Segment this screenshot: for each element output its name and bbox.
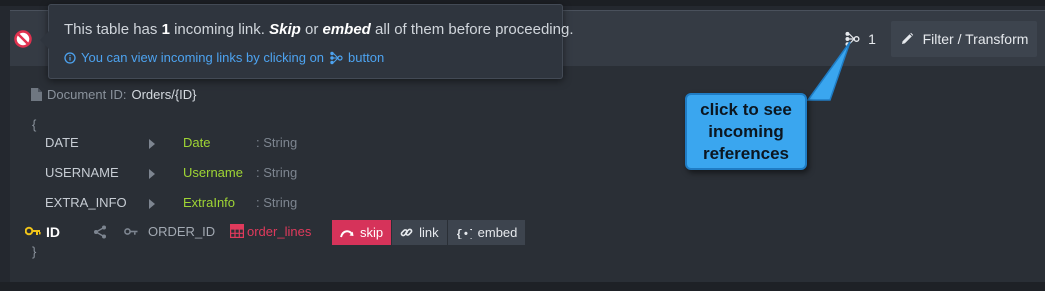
referenced-table-link[interactable]: order_lines bbox=[247, 224, 311, 239]
tooltip-count: 1 bbox=[161, 21, 170, 38]
tooltip-text-3: or bbox=[300, 21, 323, 38]
embed-label: embed bbox=[477, 225, 518, 240]
tooltip-hint-text: You can view incoming links by clicking … bbox=[81, 50, 325, 65]
relation-icon bbox=[94, 225, 106, 239]
arrow-right-icon bbox=[149, 139, 155, 149]
link-label: link bbox=[419, 225, 439, 240]
tooltip-text-4: all of them before proceeding. bbox=[370, 21, 574, 38]
callout-line-3: references bbox=[702, 144, 789, 163]
incoming-links-icon bbox=[330, 51, 343, 64]
reference-action-group: skip link {•} embed bbox=[332, 220, 526, 245]
tooltip-hint-button-word: button bbox=[348, 50, 385, 65]
property-type: : String bbox=[256, 165, 298, 180]
annotation-callout: click to see incoming references bbox=[685, 93, 807, 170]
primary-key-label: ID bbox=[46, 224, 60, 240]
document-id-label: Document ID: bbox=[47, 87, 127, 102]
blocked-icon[interactable] bbox=[14, 30, 32, 48]
foreign-key-icon bbox=[124, 228, 138, 235]
property-name[interactable]: ExtraInfo bbox=[183, 195, 235, 210]
arrow-right-icon bbox=[149, 199, 155, 209]
primary-key-icon bbox=[25, 226, 41, 236]
close-brace: } bbox=[32, 244, 37, 259]
tooltip-embed-word: embed bbox=[322, 21, 371, 38]
property-name[interactable]: Username bbox=[183, 165, 243, 180]
tooltip-hint: You can view incoming links by clicking … bbox=[64, 50, 384, 65]
link-icon bbox=[400, 228, 413, 237]
tooltip-text-2: incoming link. bbox=[169, 21, 270, 38]
filter-transform-button[interactable]: Filter / Transform bbox=[891, 21, 1037, 57]
callout-line-1: click to see bbox=[700, 100, 792, 119]
filter-transform-label: Filter / Transform bbox=[922, 31, 1029, 47]
foreign-key-label: ORDER_ID bbox=[148, 224, 216, 239]
tooltip-skip-word: Skip bbox=[269, 21, 301, 38]
column-name: USERNAME bbox=[45, 165, 119, 180]
embed-button[interactable]: {•} embed bbox=[447, 220, 526, 245]
column-name: DATE bbox=[45, 135, 79, 150]
bottom-strip bbox=[0, 282, 1045, 291]
skip-label: skip bbox=[360, 225, 384, 240]
property-type: : String bbox=[256, 195, 298, 210]
svg-text:{•}: {•} bbox=[456, 229, 472, 239]
skip-icon bbox=[340, 229, 354, 237]
open-brace: { bbox=[32, 117, 37, 132]
table-icon bbox=[230, 224, 244, 238]
skip-button[interactable]: skip bbox=[332, 220, 392, 245]
link-button[interactable]: link bbox=[392, 220, 447, 245]
tooltip-message: This table has 1 incoming link. Skip or … bbox=[64, 21, 573, 38]
property-name[interactable]: Date bbox=[183, 135, 210, 150]
document-icon bbox=[31, 88, 42, 101]
info-icon bbox=[64, 51, 76, 64]
property-type: : String bbox=[256, 135, 298, 150]
tooltip-text-1: This table has bbox=[64, 21, 162, 38]
tooltip-arrow bbox=[40, 31, 49, 49]
column-name: EXTRA_INFO bbox=[45, 195, 127, 210]
arrow-right-icon bbox=[149, 169, 155, 179]
embed-icon: {•} bbox=[456, 229, 472, 239]
document-id: Document ID: Orders/{ID} bbox=[31, 87, 197, 102]
pencil-icon bbox=[901, 32, 913, 44]
callout-line-2: incoming bbox=[708, 122, 784, 141]
document-id-value[interactable]: Orders/{ID} bbox=[131, 87, 196, 102]
incoming-links-tooltip: This table has 1 incoming link. Skip or … bbox=[40, 4, 573, 79]
